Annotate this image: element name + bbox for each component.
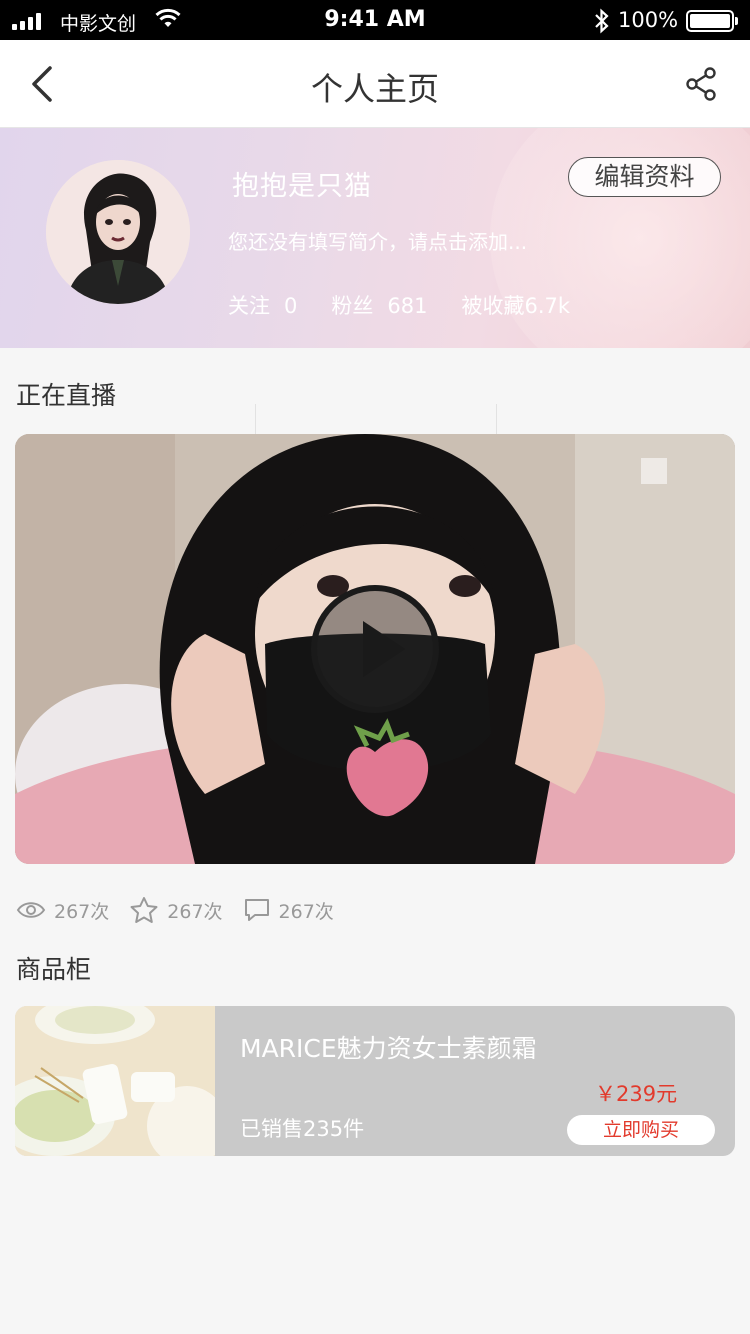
favorited-label: 被收藏 (461, 294, 525, 318)
play-icon (363, 621, 405, 677)
product-image (15, 1006, 215, 1156)
product-sold-count: 已销售235件 (240, 1117, 365, 1141)
avatar[interactable] (46, 160, 190, 304)
likes-count[interactable]: 267次 (129, 896, 223, 924)
following-stat[interactable]: 关注 0 (228, 290, 297, 320)
product-price: ￥239元 (595, 1082, 678, 1106)
nav-bar: 个人主页 (0, 40, 750, 128)
eye-icon (16, 902, 46, 918)
comment-icon (244, 899, 269, 921)
profile-bio[interactable]: 您还没有填写简介，请点击添加... (228, 226, 527, 255)
status-bar: 中影文创 9:41 AM 100% (0, 0, 750, 40)
buy-now-button[interactable]: 立即购买 (567, 1115, 715, 1145)
bluetooth-icon (595, 8, 609, 34)
divider (496, 404, 497, 434)
star-icon (130, 897, 158, 923)
edit-profile-button[interactable]: 编辑资料 (568, 157, 721, 197)
views-value: 267次 (54, 900, 110, 923)
live-interactions: 267次 267次 267次 (16, 896, 354, 924)
page-title: 个人主页 (310, 70, 439, 108)
profile-name: 抱抱是只猫 (232, 171, 372, 202)
favorited-count: 6.7k (524, 294, 571, 318)
likes-value: 267次 (167, 900, 223, 923)
product-name: MARICE魅力资女士素颜霜 (240, 1034, 537, 1063)
favorited-stat[interactable]: 被收藏6.7k (461, 290, 570, 320)
live-section-title: 正在直播 (16, 381, 117, 410)
comments-count[interactable]: 267次 (243, 897, 334, 924)
comments-value: 267次 (278, 900, 334, 923)
divider (255, 404, 256, 434)
profile-stats: 关注 0 粉丝 681 被收藏6.7k (228, 290, 604, 320)
profile-header: 抱抱是只猫 编辑资料 您还没有填写简介，请点击添加... 关注 0 粉丝 681 被… (0, 128, 750, 348)
fans-label: 粉丝 (331, 294, 374, 318)
battery-icon (686, 10, 738, 32)
following-count: 0 (284, 294, 298, 318)
play-button[interactable] (311, 585, 439, 713)
shop-section-title: 商品柜 (16, 955, 92, 984)
fans-stat[interactable]: 粉丝 681 (331, 290, 427, 320)
product-card[interactable]: MARICE魅力资女士素颜霜 ￥239元 已销售235件 立即购买 (15, 1006, 735, 1156)
share-icon[interactable] (684, 66, 720, 102)
views-count: 267次 (16, 897, 109, 924)
following-label: 关注 (228, 294, 270, 318)
battery-percent: 100% (618, 8, 679, 32)
fans-count: 681 (387, 294, 428, 318)
